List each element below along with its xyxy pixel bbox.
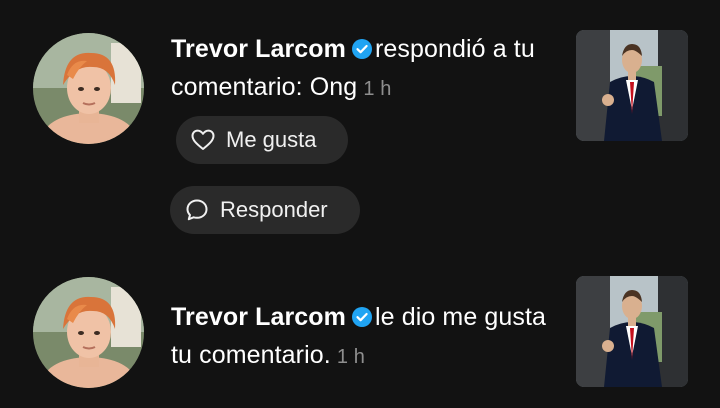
timestamp: 1 h xyxy=(336,346,365,368)
reply-button[interactable]: Responder xyxy=(170,186,360,234)
username[interactable]: Trevor Larcom xyxy=(171,303,346,331)
comment-bubble-icon xyxy=(184,197,210,223)
thumbnail-image xyxy=(576,30,688,141)
like-button[interactable]: Me gusta xyxy=(176,116,348,164)
video-thumbnail[interactable] xyxy=(576,30,688,141)
username[interactable]: Trevor Larcom xyxy=(171,35,346,63)
verified-badge-icon xyxy=(351,300,372,327)
thumbnail-image xyxy=(576,276,688,387)
user-avatar[interactable] xyxy=(33,277,144,388)
video-thumbnail[interactable] xyxy=(576,276,688,387)
heart-icon xyxy=(190,127,216,153)
like-button-label: Me gusta xyxy=(226,127,317,152)
reply-button-label: Responder xyxy=(220,197,328,222)
user-avatar[interactable] xyxy=(33,33,144,144)
timestamp: 1 h xyxy=(363,78,392,100)
avatar-image xyxy=(33,33,144,144)
verified-badge-icon xyxy=(351,32,372,59)
notification-text: Trevor Larcom le dio me gusta tu comentar… xyxy=(171,298,551,376)
notification-text: Trevor Larcom respondió a tu comentario: … xyxy=(171,30,551,108)
avatar-image xyxy=(33,277,144,388)
